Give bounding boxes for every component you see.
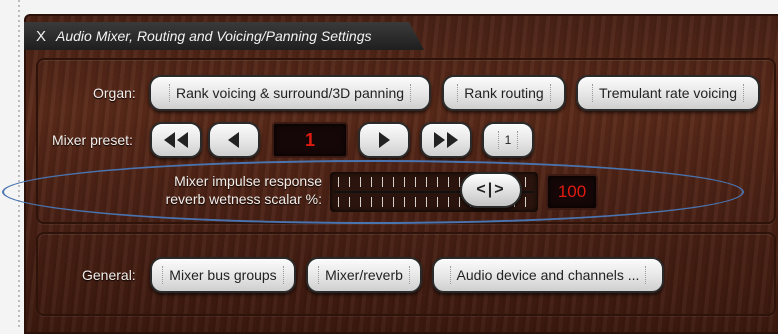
fast-forward-button[interactable]: [420, 122, 472, 158]
fast-forward-icon: [434, 132, 458, 148]
mixer-preset-label: Mixer preset:: [52, 132, 133, 148]
reverb-label-line1: Mixer impulse response: [174, 173, 322, 189]
organ-label: Organ:: [93, 85, 136, 101]
panel-title: Audio Mixer, Routing and Voicing/Panning…: [56, 28, 372, 44]
mixer-bus-groups-label: Mixer bus groups: [162, 266, 284, 284]
general-label: General:: [82, 267, 136, 283]
mixer-preset-display: 1: [272, 122, 348, 158]
left-dotted-border: [18, 0, 20, 329]
previous-icon: [228, 132, 239, 148]
rank-voicing-label: Rank voicing & surround/3D panning: [168, 84, 412, 102]
next-button[interactable]: [358, 122, 410, 158]
reverb-wetness-display: 100: [546, 174, 598, 210]
previous-button[interactable]: [208, 122, 260, 158]
rank-routing-label: Rank routing: [457, 84, 551, 102]
reverb-wetness-label: Mixer impulse response reverb wetness sc…: [132, 172, 322, 208]
preset-step-button[interactable]: 1: [482, 122, 534, 158]
reverb-wetness-slider-knob[interactable]: <|>: [460, 172, 522, 208]
mixer-reverb-label: Mixer/reverb: [318, 266, 410, 284]
audio-device-channels-label: Audio device and channels ...: [449, 266, 647, 284]
audio-device-channels-button[interactable]: Audio device and channels ...: [432, 257, 664, 293]
mixer-reverb-button[interactable]: Mixer/reverb: [306, 257, 422, 293]
close-icon[interactable]: X: [36, 28, 46, 45]
reverb-label-line2: reverb wetness scalar %:: [165, 191, 322, 207]
tremulant-rate-voicing-label: Tremulant rate voicing: [592, 84, 744, 102]
rank-routing-button[interactable]: Rank routing: [442, 75, 566, 111]
fast-rewind-button[interactable]: [150, 122, 202, 158]
rank-voicing-button[interactable]: Rank voicing & surround/3D panning: [149, 75, 431, 111]
next-icon: [379, 132, 390, 148]
preset-step-value: 1: [497, 131, 519, 149]
panel-title-bar: X Audio Mixer, Routing and Voicing/Panni…: [24, 22, 424, 50]
mixer-bus-groups-button[interactable]: Mixer bus groups: [150, 257, 296, 293]
fast-rewind-icon: [164, 132, 188, 148]
tremulant-rate-voicing-button[interactable]: Tremulant rate voicing: [576, 75, 760, 111]
